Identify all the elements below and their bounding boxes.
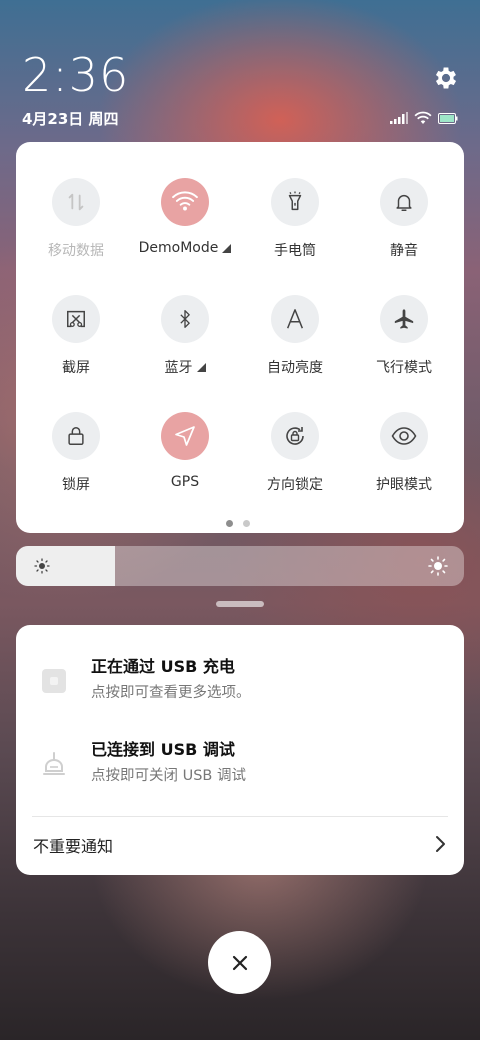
tile-airplane-circle [380, 295, 428, 343]
tile-auto-brightness[interactable]: 自动亮度 [240, 295, 350, 395]
tile-gps[interactable]: GPS [130, 412, 240, 512]
page-dot [243, 520, 250, 527]
eye-icon [391, 427, 417, 445]
tile-demomode[interactable]: DemoMode [130, 178, 240, 278]
bluetooth-icon [180, 310, 190, 328]
date: 4月23日 周四 [22, 110, 119, 128]
chevron-right-icon [436, 836, 445, 852]
unimportant-notifications-label: 不重要通知 [33, 837, 114, 856]
cellular-signal-icon [390, 112, 408, 124]
tile-eye-care-circle [380, 412, 428, 460]
lock-icon [68, 427, 84, 445]
tile-screenshot[interactable]: 截屏 [21, 295, 131, 395]
drag-handle[interactable] [216, 601, 264, 607]
tile-lock-screen[interactable]: 锁屏 [21, 412, 131, 512]
airplane-icon [394, 309, 414, 329]
tile-mute[interactable]: 静音 [349, 178, 459, 278]
tile-gps-label: GPS [170, 474, 200, 490]
tile-eye-care[interactable]: 护眼模式 [349, 412, 459, 512]
notification-title: 正在通过 USB 充电 [91, 657, 235, 676]
page-indicator [226, 520, 250, 527]
status-icons [390, 108, 462, 128]
unimportant-notifications-row[interactable]: 不重要通知 [16, 821, 464, 869]
notification-subtitle: 点按即可关闭 USB 调试 [91, 768, 246, 784]
brightness-high-icon [428, 556, 448, 576]
tile-mobile-data[interactable]: 移动数据 [21, 178, 131, 278]
tile-gps-circle [161, 412, 209, 460]
tile-eye-care-label: 护眼模式 [376, 477, 432, 493]
mobile-data-icon [68, 193, 84, 211]
quick-settings-panel: 移动数据 DemoMode 手电筒 静音 截屏 蓝牙 自动亮度 飞行模式 锁屏 … [16, 142, 464, 533]
wifi-icon [172, 191, 198, 211]
notification-title: 已连接到 USB 调试 [91, 740, 235, 759]
brightness-low-icon [34, 558, 50, 574]
rotation-lock-icon [286, 427, 304, 445]
tile-rotation-lock[interactable]: 方向锁定 [240, 412, 350, 512]
tile-mobile-data-circle [52, 178, 100, 226]
clock: 2:36 [22, 48, 130, 102]
tile-flashlight-circle [271, 178, 319, 226]
brightness-slider[interactable] [16, 546, 464, 586]
tile-screenshot-circle [52, 295, 100, 343]
tile-mute-circle [380, 178, 428, 226]
page-dot [226, 520, 233, 527]
gear-icon[interactable] [432, 64, 460, 92]
tile-mute-label: 静音 [390, 243, 418, 259]
tile-screenshot-label: 截屏 [62, 360, 90, 376]
tile-airplane-label: 飞行模式 [376, 360, 432, 376]
divider [32, 816, 448, 817]
tile-mobile-data-label: 移动数据 [48, 243, 104, 259]
tile-lock-screen-circle [52, 412, 100, 460]
tile-rotation-lock-circle [271, 412, 319, 460]
notification-panel: 正在通过 USB 充电 点按即可查看更多选项。 已连接到 USB 调试 点按即可… [16, 625, 464, 875]
tile-lock-screen-label: 锁屏 [62, 477, 90, 493]
tile-demomode-circle [161, 178, 209, 226]
usb-charging-icon [42, 669, 66, 693]
notification-subtitle: 点按即可查看更多选项。 [91, 685, 251, 701]
auto-brightness-icon [286, 309, 304, 329]
dropdown-triangle-icon [196, 362, 206, 372]
brightness-fill [16, 546, 115, 586]
wifi-icon [414, 111, 432, 124]
close-icon [232, 955, 247, 970]
screenshot-scissors-icon [67, 310, 85, 328]
dropdown-triangle-icon [222, 243, 232, 253]
quick-settings-grid: 移动数据 DemoMode 手电筒 静音 截屏 蓝牙 自动亮度 飞行模式 锁屏 … [16, 142, 464, 502]
tile-demomode-label: DemoMode [139, 240, 232, 256]
tile-bluetooth-circle [161, 295, 209, 343]
tile-bluetooth-label: 蓝牙 [165, 357, 206, 377]
flashlight-icon [288, 191, 302, 211]
tile-airplane[interactable]: 飞行模式 [349, 295, 459, 395]
tile-flashlight-label: 手电筒 [274, 243, 316, 259]
tile-auto-brightness-circle [271, 295, 319, 343]
battery-icon [438, 112, 458, 124]
notification-usb-charging[interactable]: 正在通过 USB 充电 点按即可查看更多选项。 [16, 653, 464, 713]
tile-bluetooth[interactable]: 蓝牙 [130, 295, 240, 395]
tile-rotation-lock-label: 方向锁定 [267, 477, 323, 493]
clear-all-button[interactable] [208, 931, 271, 994]
tile-auto-brightness-label: 自动亮度 [267, 360, 323, 376]
usb-debug-icon [43, 752, 65, 775]
location-arrow-icon [175, 426, 195, 446]
tile-flashlight[interactable]: 手电筒 [240, 178, 350, 278]
notification-usb-debug[interactable]: 已连接到 USB 调试 点按即可关闭 USB 调试 [16, 736, 464, 796]
bell-icon [396, 194, 412, 211]
